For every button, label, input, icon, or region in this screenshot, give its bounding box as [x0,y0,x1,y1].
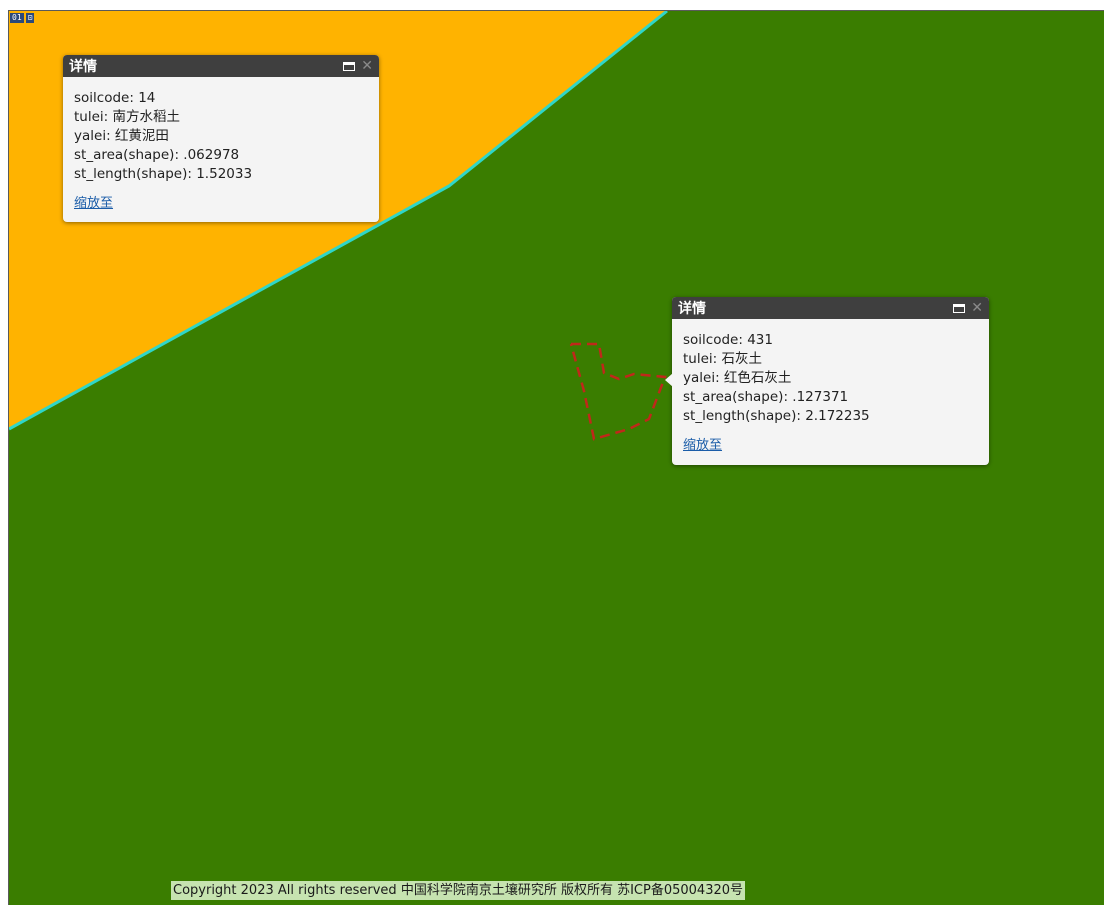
close-icon[interactable]: ✕ [361,59,373,73]
attr-tulei: tulei: 石灰土 [683,351,762,367]
popup-header: 详情 ✕ [672,297,989,319]
attr-yalei: yalei: 红黄泥田 [74,128,169,144]
popup-body: soilcode: 14 tulei: 南方水稻土 yalei: 红黄泥田 st… [63,77,379,219]
popup-header: 详情 ✕ [63,55,379,77]
selected-feature-outline [569,342,667,441]
copyright-footer: Copyright 2023 All rights reserved 中国科学院… [171,881,746,900]
badge-icon: ⊡ [25,13,35,23]
info-popup-1: 详情 ✕ soilcode: 14 tulei: 南方水稻土 yalei: 红黄… [63,55,379,222]
attr-st-length: st_length(shape): 2.172235 [683,408,870,424]
popup-title: 详情 [678,301,706,317]
attr-st-area: st_area(shape): .127371 [683,389,849,405]
map-view[interactable]: 01 ⊡ 详情 ✕ soilcode: 14 tulei: 南方水稻土 yale… [8,10,1104,905]
attr-st-area: st_area(shape): .062978 [74,147,240,163]
zoom-to-link[interactable]: 缩放至 [683,436,722,455]
info-popup-2: 详情 ✕ soilcode: 431 tulei: 石灰土 yalei: 红色石… [665,297,989,465]
attr-soilcode: soilcode: 431 [683,332,773,348]
close-icon[interactable]: ✕ [971,301,983,315]
popup-body: soilcode: 431 tulei: 石灰土 yalei: 红色石灰土 st… [672,319,989,461]
attr-soilcode: soilcode: 14 [74,90,156,106]
maximize-icon[interactable] [953,303,966,313]
popup-pointer [665,373,673,387]
maximize-icon[interactable] [343,61,356,71]
popup-title: 详情 [69,59,97,75]
badge-number: 01 [10,13,24,23]
zoom-to-link[interactable]: 缩放至 [74,194,113,213]
attr-st-length: st_length(shape): 1.52033 [74,166,253,182]
attr-tulei: tulei: 南方水稻土 [74,109,180,125]
map-corner-badge: 01 ⊡ [10,13,35,23]
attr-yalei: yalei: 红色石灰土 [683,370,792,386]
